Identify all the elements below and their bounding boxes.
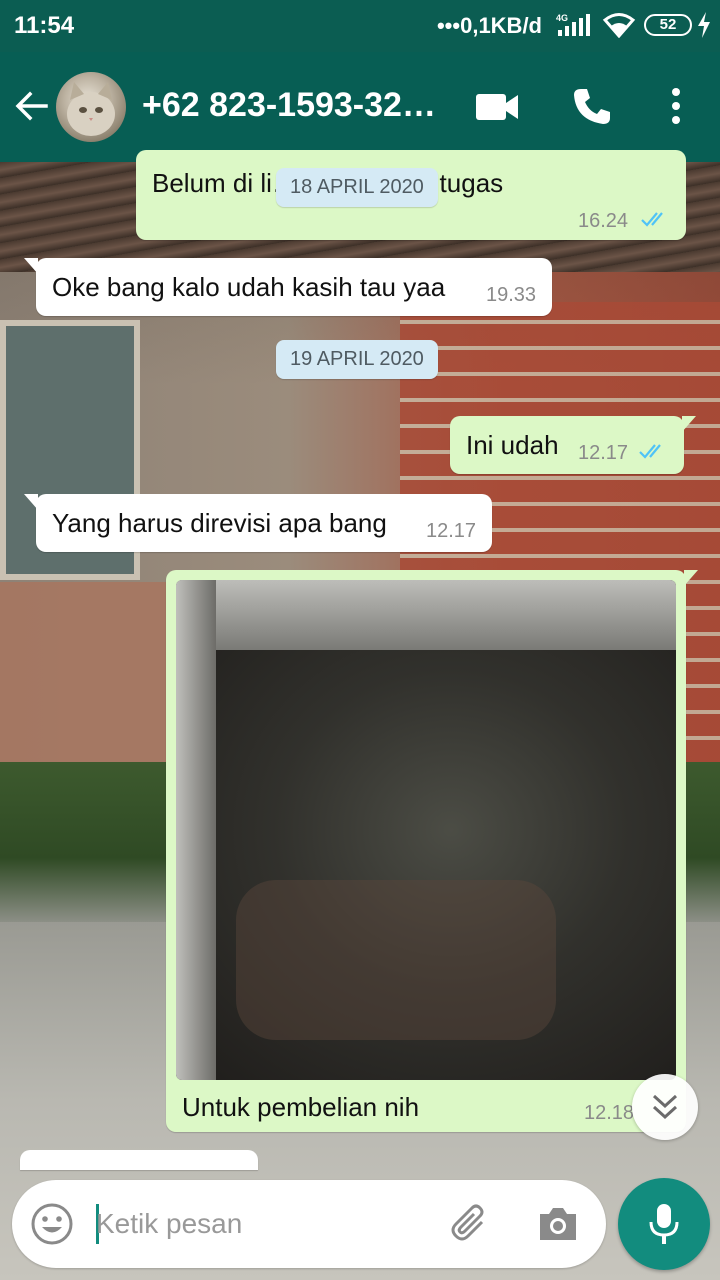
back-arrow-icon[interactable] — [14, 88, 50, 124]
network-speed: •••0,1KB/d — [436, 13, 542, 38]
more-vert-icon[interactable] — [662, 86, 690, 126]
message-image[interactable] — [176, 580, 676, 1080]
message-input[interactable] — [96, 1198, 426, 1250]
message-text: Yang harus direvisi apa bang — [52, 508, 387, 538]
image-blur-top — [176, 580, 676, 650]
status-bar: 11:54 •••0,1KB/d 4G 52 — [0, 0, 720, 52]
message-time: 12.17 — [426, 520, 477, 542]
battery-indicator: 52 — [644, 14, 692, 36]
phone-icon[interactable] — [572, 86, 612, 126]
message-text: Ini udah — [466, 430, 559, 460]
bubble-tail — [24, 258, 38, 274]
avatar[interactable] — [56, 72, 126, 142]
message-time: 12.18 — [584, 1102, 635, 1124]
message-composer — [12, 1180, 606, 1268]
message-text: Oke bang kalo udah kasih tau yaa — [52, 272, 446, 302]
message-bubble-incoming[interactable]: Yang harus direvisi apa bang 12.17 — [24, 494, 492, 552]
message-time: 12.17 — [578, 442, 629, 464]
message-bubble-outgoing[interactable]: Ini udah 12.17 — [450, 416, 696, 474]
bubble-tail — [682, 416, 696, 432]
attach-icon[interactable] — [448, 1202, 492, 1246]
video-call-icon[interactable] — [474, 90, 520, 124]
image-blur-left — [176, 580, 216, 1080]
message-time: 19.33 — [486, 284, 537, 306]
charging-icon — [698, 12, 710, 38]
message-bubble-incoming-partial[interactable] — [20, 1150, 258, 1170]
status-time: 11:54 — [14, 12, 75, 39]
signal-icon: 4G — [556, 13, 590, 36]
date-separator: 18 APRIL 2020 — [276, 168, 438, 207]
image-message-bubble[interactable]: Untuk pembelian nih 12.18 — [166, 570, 698, 1132]
bubble-tail — [684, 570, 698, 586]
date-separator: 19 APRIL 2020 — [276, 340, 438, 379]
message-time: 16.24 — [578, 210, 629, 232]
network-type: 4G — [556, 13, 568, 23]
double-chevron-down-icon — [652, 1094, 678, 1120]
double-check-icon — [639, 444, 661, 459]
mic-icon — [649, 1204, 679, 1244]
camera-icon[interactable] — [536, 1204, 580, 1244]
message-bubble-incoming[interactable]: Oke bang kalo udah kasih tau yaa 19.33 — [24, 258, 552, 316]
mic-button[interactable] — [618, 1178, 710, 1270]
image-caption: Untuk pembelian nih — [182, 1092, 420, 1122]
bubble-tail — [24, 494, 38, 510]
image-blur-shape — [236, 880, 556, 1040]
scroll-to-bottom-button[interactable] — [632, 1074, 698, 1140]
emoji-icon[interactable] — [30, 1202, 74, 1246]
chat-header: +62 823-1593-32… — [0, 52, 720, 162]
contact-name[interactable]: +62 823-1593-32… — [142, 86, 442, 125]
double-check-icon — [641, 212, 663, 227]
wifi-icon — [602, 13, 636, 38]
cat-photo — [67, 82, 115, 136]
